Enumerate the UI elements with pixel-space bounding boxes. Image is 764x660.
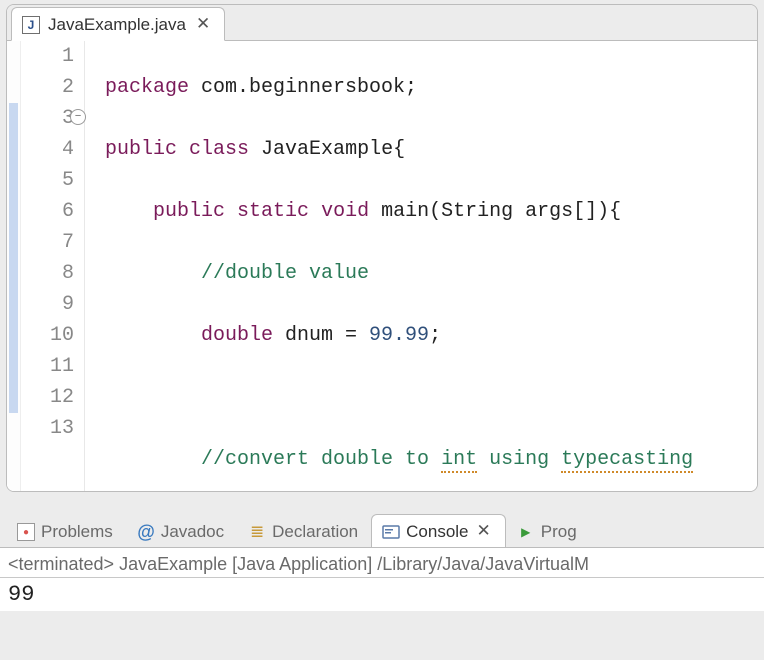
code-text[interactable]: package com.beginnersbook; public class … (85, 41, 693, 491)
tab-declaration[interactable]: Declaration (237, 515, 371, 548)
line-number-gutter: 1 2 3− 4 5 6 7 8 9 10 11 12 13 (21, 41, 85, 491)
code-area[interactable]: 1 2 3− 4 5 6 7 8 9 10 11 12 13 package c… (7, 41, 757, 491)
fold-toggle-icon[interactable]: − (70, 109, 86, 125)
view-tab-bar: Problems @ Javadoc Declaration Console ✕… (0, 512, 764, 548)
problems-icon (17, 523, 35, 541)
console-termination-line: <terminated> JavaExample [Java Applicati… (0, 548, 764, 578)
editor-pane: J JavaExample.java ✕ 1 2 3− 4 5 6 7 8 9 … (6, 4, 758, 492)
line-number: 4 (62, 138, 74, 161)
bottom-pane: Problems @ Javadoc Declaration Console ✕… (0, 512, 764, 611)
editor-tab-bar: J JavaExample.java ✕ (7, 5, 757, 41)
line-number: 11 (50, 355, 74, 378)
console-output: 99 (0, 578, 764, 611)
progress-icon (517, 523, 535, 541)
tab-problems[interactable]: Problems (6, 515, 126, 548)
line-number: 12 (50, 386, 74, 409)
console-icon (382, 523, 400, 541)
tab-progress[interactable]: Prog (506, 515, 590, 548)
close-icon[interactable]: ✕ (194, 14, 212, 35)
line-number: 9 (62, 293, 74, 316)
line-number: 13 (50, 417, 74, 440)
tab-javadoc[interactable]: @ Javadoc (126, 515, 237, 548)
line-number: 10 (50, 324, 74, 347)
java-file-icon: J (22, 16, 40, 34)
javadoc-icon: @ (137, 523, 155, 541)
editor-tab-active[interactable]: J JavaExample.java ✕ (11, 7, 225, 41)
line-number: 5 (62, 169, 74, 192)
line-number: 6 (62, 200, 74, 223)
declaration-icon (248, 523, 266, 541)
tab-console[interactable]: Console ✕ (371, 514, 506, 548)
editor-tab-filename: JavaExample.java (48, 15, 186, 35)
line-number: 7 (62, 231, 74, 254)
line-number: 2 (62, 76, 74, 99)
line-number: 1 (62, 45, 74, 68)
close-icon[interactable]: ✕ (475, 521, 493, 542)
line-number: 8 (62, 262, 74, 285)
left-margin-strip (7, 41, 21, 491)
